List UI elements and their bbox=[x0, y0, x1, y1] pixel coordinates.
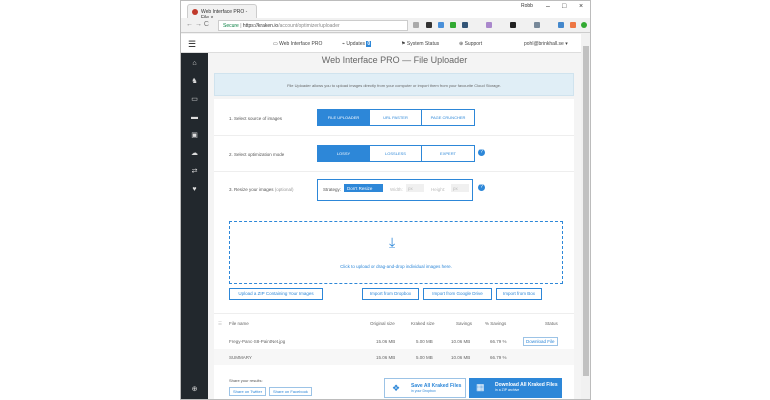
briefcase-icon[interactable]: ▣ bbox=[191, 132, 198, 139]
cloud-icon[interactable]: ☁ bbox=[191, 150, 198, 157]
share-label: Share your results: bbox=[229, 378, 263, 383]
import-dropbox-button[interactable]: Import from Dropbox bbox=[362, 288, 419, 300]
extension-icon[interactable] bbox=[558, 22, 564, 28]
home-icon[interactable]: ⌂ bbox=[191, 60, 198, 67]
height-input[interactable]: px bbox=[451, 184, 469, 192]
extension-icon[interactable] bbox=[510, 22, 516, 28]
mode-expert[interactable]: EXPERT bbox=[422, 146, 474, 161]
browser-tab[interactable]: Web Interface PRO - File × bbox=[187, 4, 257, 21]
exchange-icon[interactable]: ⇄ bbox=[191, 168, 198, 175]
summary-row: SUMMARY 15.06 MB 5.00 MB 10.06 MB 66.79 … bbox=[214, 349, 574, 365]
help-icon[interactable]: ⊕ bbox=[191, 386, 198, 393]
uploader-card: 1. Select source of images FILE UPLOADER… bbox=[214, 99, 574, 399]
monitor-icon[interactable]: ▭ bbox=[191, 96, 198, 103]
sidebar: ⌂ ♞ ▭ ▬ ▣ ☁ ⇄ ♥ ⊕ bbox=[181, 53, 208, 399]
scrollbar[interactable] bbox=[581, 34, 590, 399]
archive-icon: ▦ bbox=[476, 382, 485, 392]
extension-icon[interactable] bbox=[570, 22, 576, 28]
card-icon[interactable]: ▬ bbox=[191, 114, 198, 121]
nav-system-status[interactable]: ⚑ System Status bbox=[401, 41, 439, 47]
main-content: Web Interface PRO — File Uploader File U… bbox=[208, 53, 581, 399]
minimize-icon[interactable]: – bbox=[546, 3, 550, 10]
extension-icon[interactable] bbox=[462, 22, 468, 28]
save-dropbox-button[interactable]: ❖ Save All Kraked Files in your Dropbox bbox=[384, 378, 466, 398]
extension-icon[interactable] bbox=[486, 22, 492, 28]
import-gdrive-button[interactable]: Import from Google Drive bbox=[423, 288, 492, 300]
width-input[interactable]: px bbox=[406, 184, 424, 192]
tab-file-uploader[interactable]: FILE UPLOADER bbox=[318, 110, 370, 125]
nav-support[interactable]: ⊕ Support bbox=[459, 41, 482, 47]
star-icon[interactable] bbox=[413, 22, 419, 28]
tab-page-cruncher[interactable]: PAGE CRUNCHER bbox=[422, 110, 474, 125]
profile-name[interactable]: Robb bbox=[521, 3, 533, 9]
extension-icon[interactable] bbox=[426, 22, 432, 28]
favicon-icon bbox=[192, 9, 198, 15]
browser-window: Web Interface PRO - File × Robb – □ × ← … bbox=[180, 0, 591, 400]
page-title: Web Interface PRO — File Uploader bbox=[321, 55, 468, 65]
download-zip-button[interactable]: ▦ Download All Kraked Files in a ZIP arch… bbox=[469, 378, 562, 398]
info-banner: File Uploader allows you to upload image… bbox=[214, 73, 574, 96]
heart-icon[interactable]: ♥ bbox=[191, 186, 198, 193]
mode-lossless[interactable]: LOSSLESS bbox=[370, 146, 422, 161]
resize-options: Strategy: Don't Resize Width: px Height:… bbox=[317, 179, 473, 201]
user-menu[interactable]: pohl@brinkhall.se ▾ bbox=[524, 41, 568, 47]
import-box-button[interactable]: Import from Box bbox=[496, 288, 542, 300]
top-navbar: ☰ ▭ Web Interface PRO ⌁ Updates 0 ⚑ Syst… bbox=[181, 34, 581, 53]
extension-icon[interactable] bbox=[534, 22, 540, 28]
strategy-select[interactable]: Don't Resize bbox=[344, 184, 383, 192]
extension-icon[interactable] bbox=[450, 22, 456, 28]
share-twitter-button[interactable]: Share on Twitter bbox=[229, 387, 267, 396]
back-forward-reload-icons[interactable]: ← → C bbox=[186, 21, 209, 28]
download-file-button[interactable]: Download File bbox=[523, 337, 558, 346]
mode-lossy[interactable]: LOSSY bbox=[318, 146, 370, 161]
kraken-icon[interactable]: ♞ bbox=[191, 78, 198, 85]
step2-label: 2. Select optimization mode bbox=[229, 152, 285, 157]
nav-updates[interactable]: ⌁ Updates 0 bbox=[342, 41, 372, 47]
help-icon[interactable]: ? bbox=[478, 149, 485, 156]
upload-zip-button[interactable]: Upload a ZIP Containing Your Images bbox=[229, 288, 323, 300]
step1-label: 1. Select source of images bbox=[229, 116, 283, 121]
hamburger-menu-icon[interactable]: ☰ bbox=[188, 39, 196, 50]
dropbox-icon: ❖ bbox=[392, 383, 401, 393]
extension-icon[interactable] bbox=[438, 22, 444, 28]
share-facebook-button[interactable]: Share on Facebook bbox=[269, 387, 312, 396]
maximize-icon[interactable]: □ bbox=[562, 3, 566, 10]
mode-selector: LOSSY LOSSLESS EXPERT bbox=[317, 145, 475, 162]
close-icon[interactable]: × bbox=[579, 3, 583, 10]
tab-url-paster[interactable]: URL PASTER bbox=[370, 110, 422, 125]
extension-icon[interactable] bbox=[581, 22, 587, 28]
dropzone[interactable]: ⤓ Click to upload or drag-and-drop indiv… bbox=[229, 221, 563, 284]
help-icon[interactable]: ? bbox=[478, 184, 485, 191]
step3-label: 3. Resize your images (optional) bbox=[229, 187, 294, 192]
nav-web-interface[interactable]: ▭ Web Interface PRO bbox=[273, 41, 322, 47]
address-bar[interactable]: Secure | https://kraken.io/account/optim… bbox=[218, 20, 408, 31]
download-arrow-icon: ⤓ bbox=[389, 234, 396, 250]
source-selector: FILE UPLOADER URL PASTER PAGE CRUNCHER bbox=[317, 109, 475, 126]
